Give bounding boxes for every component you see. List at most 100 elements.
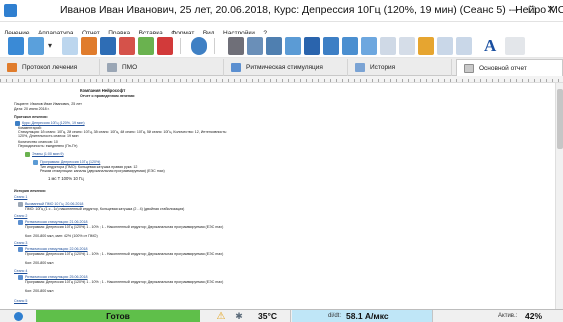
report-icon[interactable]: [157, 37, 173, 55]
toolbar-separator: [180, 38, 181, 54]
scrollbar-thumb[interactable]: [557, 89, 563, 149]
tab-pmo[interactable]: ПМО: [100, 59, 224, 76]
stage-icon: [25, 152, 30, 157]
session-label[interactable]: Сеанс 5: [14, 299, 27, 303]
patient-card-icon[interactable]: [8, 37, 24, 55]
tab-treatment-protocol[interactable]: Протокол лечения: [0, 59, 100, 76]
session-detail: Программа: Депрессия 10Гц (120%) 1 - 10%…: [25, 252, 224, 256]
report-patient: Пациент: Иванов Иван Иванович, 25 лет: [14, 102, 82, 106]
session-entry[interactable]: Ритмическая стимуляция: 25.06.2018: [25, 275, 88, 279]
history-icon: [355, 63, 365, 72]
undo-icon[interactable]: [437, 37, 453, 55]
tab-main-report[interactable]: Основной отчет: [456, 59, 563, 77]
print-preview-icon[interactable]: [247, 37, 263, 55]
warning-icon: ⚠: [216, 311, 226, 322]
temperature: 35°C: [258, 311, 277, 321]
session-detail-2: Кол: 200-800 мкл, мин: 42% (100% от ПМО): [25, 234, 98, 238]
font-icon[interactable]: A: [484, 37, 496, 55]
find-icon[interactable]: [323, 37, 339, 55]
report-company: Компания Нейрософт: [80, 88, 126, 93]
paste-special-icon[interactable]: [399, 37, 415, 55]
report-subtitle: Отчет о проведенном лечении: [80, 94, 135, 98]
course-link[interactable]: Курс: Депрессия 10Гц (120%, 19 мин): [22, 121, 85, 125]
document-icon[interactable]: [304, 37, 320, 55]
open-icon[interactable]: [81, 37, 97, 55]
report-icon: [464, 64, 474, 73]
page-setup-icon[interactable]: [266, 37, 282, 55]
session-label[interactable]: Сеанс 2: [14, 214, 27, 218]
edit-icon[interactable]: [119, 37, 135, 55]
status-separator: [290, 310, 291, 322]
stimulation-icon: [231, 63, 241, 72]
save-icon[interactable]: [100, 37, 116, 55]
rate-value: 58.1 А/мкс: [346, 311, 389, 321]
thermometer-icon: ✱: [235, 311, 243, 321]
periodicity: Периодичность: ежедневно (Пн-Пт): [18, 144, 78, 148]
window-title: Иванов Иван Иванович, 25 лет, 20.06.2018…: [60, 4, 563, 16]
session-entry[interactable]: Вызванный ПМО 10 Гц: 20.06.2018: [25, 202, 83, 206]
session-detail-2: Кол: 200-800 мкл: [25, 289, 54, 293]
program-icon: [33, 160, 38, 165]
app-icon: [4, 4, 17, 17]
tab-rhythmic-stimulation[interactable]: Ритмическая стимуляция: [224, 59, 348, 76]
format-icon[interactable]: [505, 37, 525, 55]
tab-bar: Протокол лечения ПМО Ритмическая стимуля…: [0, 58, 563, 77]
session-detail: ПМО: 10Гц (1 с - 1с) накопленный индукто…: [25, 207, 185, 211]
stimulation-entry-icon: [18, 220, 23, 225]
param-line: 1 мс Т 100% 10 Гц: [48, 176, 84, 181]
close-icon[interactable]: ✕: [544, 3, 558, 17]
session-entry[interactable]: Ритмическая стимуляция: 21.06.2018: [25, 220, 88, 224]
stimulation-entry-icon: [18, 275, 23, 280]
maximize-icon[interactable]: □: [525, 3, 539, 17]
session-detail: Программа: Депрессия 10Гц (120%) 1 - 10%…: [25, 225, 224, 229]
session-label[interactable]: Сеанс 1: [14, 195, 27, 199]
tab-label: ПМО: [122, 64, 138, 71]
session-detail: Программа: Депрессия 10Гц (120%) 1 - 10%…: [25, 280, 224, 284]
tab-label: История: [370, 64, 396, 71]
toolbar: ▾ A: [0, 34, 563, 58]
refresh-icon[interactable]: [191, 37, 207, 55]
pmo-entry-icon: [18, 202, 23, 207]
vertical-scrollbar[interactable]: [555, 83, 563, 309]
device-icon: [14, 312, 23, 321]
tab-label: Протокол лечения: [22, 64, 78, 71]
menu-bar: Лечение Аппаратура Отчет Правка Вставка …: [0, 22, 563, 37]
dropdown-arrow-icon[interactable]: ▾: [48, 37, 56, 55]
tab-label: Ритмическая стимуляция: [246, 64, 323, 71]
activity-label: Актив.:: [498, 313, 518, 319]
toolbar-separator: [214, 38, 215, 54]
patient-list-icon[interactable]: [28, 37, 44, 55]
activity-value: 42%: [525, 311, 543, 321]
status-separator: [432, 310, 433, 322]
program-link[interactable]: Программа: Депрессия 10Гц (120%): [40, 160, 100, 164]
history-heading: История лечения:: [14, 189, 46, 193]
tab-history[interactable]: История: [348, 59, 452, 76]
chart-icon[interactable]: [138, 37, 154, 55]
find-next-icon[interactable]: [342, 37, 358, 55]
cut-icon[interactable]: [380, 37, 396, 55]
redo-icon[interactable]: [456, 37, 472, 55]
stimulation-entry-icon: [18, 247, 23, 252]
device-status: [0, 310, 36, 322]
comment-text: Стимуляция: 1й сеанс: 10Гц, 2й сеанс: 10…: [18, 130, 227, 139]
session-label[interactable]: Сеанс 3: [14, 241, 27, 245]
ready-status: Готов: [36, 310, 200, 322]
session-label[interactable]: Сеанс 4: [14, 269, 27, 273]
minimize-icon[interactable]: –: [508, 3, 522, 17]
stage-link[interactable]: Этапы (1:00 мин:9): [32, 152, 64, 156]
print-icon[interactable]: [228, 37, 244, 55]
program-detail-2: Режим стимуляции: каналы (двухканальная …: [40, 169, 165, 173]
replace-icon[interactable]: [361, 37, 377, 55]
copy-icon[interactable]: [62, 37, 78, 55]
report-document[interactable]: Компания Нейрософт Отчет о проведенном л…: [0, 83, 555, 309]
pmo-icon: [107, 63, 117, 72]
report-date: Дата: 20 июня 2018 г.: [14, 107, 50, 111]
paste-icon[interactable]: [418, 37, 434, 55]
rate-label: di/dt:: [328, 313, 342, 319]
protocol-icon: [7, 63, 17, 72]
protocol-heading: Протокол лечения:: [14, 115, 48, 119]
ready-text: Готов: [106, 311, 130, 321]
export-icon[interactable]: [285, 37, 301, 55]
session-entry[interactable]: Ритмическая стимуляция: 22.06.2018: [25, 247, 88, 251]
status-bar: Готов ⚠ ✱ 35°C di/dt: 58.1 А/мкс Актив.:…: [0, 309, 563, 322]
